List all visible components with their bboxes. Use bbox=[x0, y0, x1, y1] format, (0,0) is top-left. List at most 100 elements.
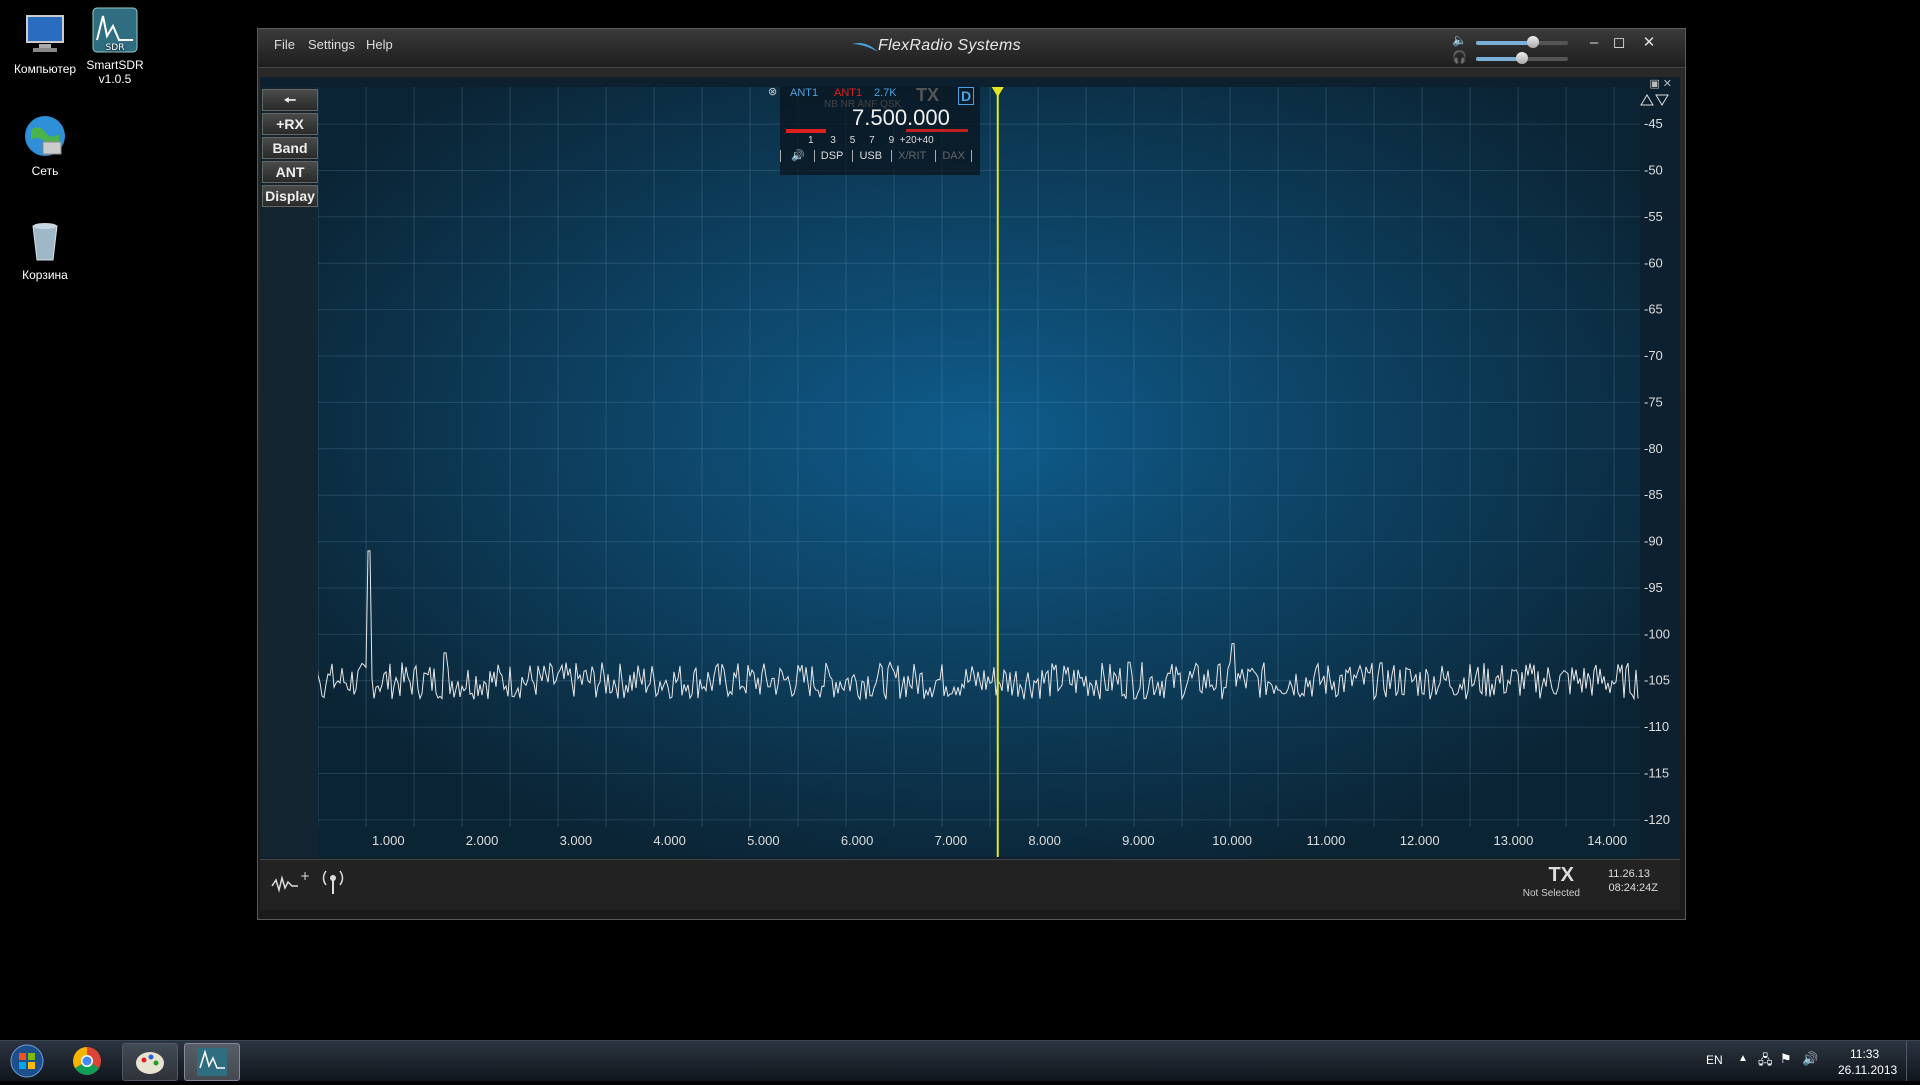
volume-slider[interactable] bbox=[1476, 36, 1568, 48]
tx-antenna[interactable]: ANT1 bbox=[834, 87, 862, 99]
footer-utc-time: 08:24:24Z bbox=[1608, 882, 1658, 894]
app-brand: FlexRadio Systems bbox=[852, 37, 1021, 55]
headphone-knob[interactable] bbox=[1516, 52, 1528, 64]
s-meter-red-zone bbox=[906, 129, 968, 132]
desktop-icon-label: Корзина bbox=[22, 268, 68, 282]
spectrum-background bbox=[318, 87, 1640, 857]
svg-text:SDR: SDR bbox=[106, 43, 125, 53]
rx-antenna[interactable]: ANT1 bbox=[790, 87, 818, 99]
add-panadapter-icon[interactable]: + bbox=[270, 870, 310, 896]
flexradio-logo-icon bbox=[852, 43, 878, 52]
frequency-scale-label: 14.000 bbox=[1587, 833, 1627, 848]
tray-clock-time[interactable]: 11:33 bbox=[1850, 1047, 1879, 1061]
db-scale-label: -65 bbox=[1644, 302, 1663, 317]
maximize-button[interactable]: ◻ bbox=[1608, 33, 1630, 53]
taskbar: EN ▲ 🖧 ⚑ 🔊 11:33 26.11.2013 bbox=[0, 1040, 1920, 1081]
brand-text: FlexRadio Systems bbox=[878, 37, 1021, 54]
slice-letter: D bbox=[958, 87, 975, 105]
close-button[interactable]: ✕ bbox=[1638, 33, 1660, 53]
frequency-scale-label: 11.000 bbox=[1307, 833, 1346, 848]
menu-settings[interactable]: Settings bbox=[308, 37, 355, 52]
mute-speaker-icon[interactable]: 🔊 bbox=[780, 150, 811, 162]
s-meter-bar bbox=[786, 129, 826, 133]
frequency-scale-label: 4.000 bbox=[653, 833, 686, 848]
slice-flag[interactable]: ⊗ ANT1 ANT1 2.7K TX D NB NR ANF QSK 7.50… bbox=[768, 85, 980, 175]
db-scale-label: -75 bbox=[1644, 394, 1663, 409]
menu-help[interactable]: Help bbox=[366, 37, 393, 52]
db-scale-label: -45 bbox=[1644, 116, 1663, 131]
desktop-icon-label: SmartSDR bbox=[86, 58, 144, 72]
headphone-slider[interactable] bbox=[1476, 52, 1568, 64]
db-scale-label: -100 bbox=[1644, 626, 1670, 641]
s-meter-scale: 1 3 5 7 9 +20+40 bbox=[808, 135, 934, 146]
speaker-icon: 🔈 bbox=[1452, 33, 1467, 47]
footer-tx-label[interactable]: TX bbox=[1548, 864, 1574, 887]
desktop-icon-smartsdr[interactable]: SDR SmartSDR v1.0.5 bbox=[70, 6, 160, 86]
tray-clock-date[interactable]: 26.11.2013 bbox=[1838, 1063, 1897, 1077]
footer-tx-status: Not Selected bbox=[1522, 888, 1580, 899]
tray-network-icon[interactable]: 🖧 bbox=[1758, 1051, 1773, 1073]
desktop-icon-version: v1.0.5 bbox=[98, 72, 132, 86]
db-scale-label: -115 bbox=[1644, 766, 1669, 781]
minimize-button[interactable]: – bbox=[1583, 33, 1605, 53]
xrit-button[interactable]: X/RIT bbox=[891, 150, 933, 162]
dsp-button[interactable]: DSP bbox=[813, 150, 850, 162]
db-scale-label: -110 bbox=[1644, 719, 1669, 734]
slice-close-icon[interactable]: ⊗ bbox=[768, 85, 777, 98]
tray-language[interactable]: EN bbox=[1706, 1053, 1723, 1067]
volume-knob[interactable] bbox=[1527, 36, 1540, 48]
headphones-icon: 🎧 bbox=[1452, 50, 1467, 64]
menu-file[interactable]: File bbox=[274, 37, 295, 52]
desktop-icon-recycle-bin[interactable]: Корзина bbox=[0, 216, 90, 282]
spectrum-display[interactable]: -45 -50 -55 -60 -65 -70 -75 -80 -85 -90 -95 -100 -10… bbox=[260, 87, 1680, 857]
recycle-bin-icon bbox=[21, 216, 69, 264]
desktop-icon-network[interactable]: Сеть bbox=[0, 112, 90, 178]
db-scale-label: -60 bbox=[1644, 255, 1663, 270]
status-footer: + TX Not Selected 11.26.13 08:24:24Z bbox=[260, 859, 1680, 910]
svg-text:+: + bbox=[300, 870, 310, 883]
ant-button[interactable]: ANT bbox=[262, 161, 318, 183]
db-scale-label: -50 bbox=[1644, 162, 1663, 177]
start-button[interactable] bbox=[6, 1043, 48, 1079]
db-scale: -45 -50 -55 -60 -65 -70 -75 -80 -85 -90 -95 -100 -10… bbox=[1644, 116, 1670, 827]
frequency-scale-label: 2.000 bbox=[466, 833, 499, 848]
panadapter[interactable]: ▣ ✕ -45 -50 -55 -60 -65 -70 -75 -80 -85 -90 -95 -10… bbox=[260, 77, 1680, 909]
db-scale-label: -85 bbox=[1644, 487, 1663, 502]
slice-tx-label[interactable]: TX bbox=[916, 85, 939, 106]
add-rx-button[interactable]: +RX bbox=[262, 113, 318, 135]
db-scale-label: -90 bbox=[1644, 534, 1663, 549]
taskbar-paint[interactable] bbox=[122, 1043, 178, 1081]
side-panel: 🠔 +RX Band ANT Display bbox=[260, 87, 318, 857]
frequency-scale-label: 5.000 bbox=[747, 833, 780, 848]
frequency-scale-label: 3.000 bbox=[560, 833, 593, 848]
db-scale-label: -105 bbox=[1644, 673, 1670, 688]
computer-icon bbox=[21, 10, 69, 58]
title-bar[interactable]: File Settings Help FlexRadio Systems 🔈 🎧… bbox=[258, 29, 1685, 68]
frequency-scale-label: 12.000 bbox=[1400, 833, 1440, 848]
taskbar-chrome[interactable] bbox=[60, 1043, 114, 1079]
taskbar-smartsdr[interactable] bbox=[184, 1043, 240, 1081]
scale-down-icon[interactable] bbox=[1655, 94, 1669, 106]
footer-date: 11.26.13 bbox=[1607, 868, 1650, 880]
desktop-icon-label: Компьютер bbox=[13, 62, 77, 76]
tray-volume-icon[interactable]: 🔊 bbox=[1802, 1051, 1818, 1067]
display-button[interactable]: Display bbox=[262, 185, 318, 207]
mode-button[interactable]: USB bbox=[852, 150, 889, 162]
band-button[interactable]: Band bbox=[262, 137, 318, 159]
tray-show-hidden-icon[interactable]: ▲ bbox=[1738, 1053, 1748, 1064]
slice-button-row: 🔊 DSP USB X/RIT DAX bbox=[780, 149, 972, 162]
filter-width[interactable]: 2.7K bbox=[874, 87, 897, 99]
radio-antenna-icon[interactable] bbox=[318, 866, 348, 896]
scale-up-icon[interactable] bbox=[1640, 94, 1654, 106]
db-scale-arrows[interactable] bbox=[1640, 94, 1669, 106]
db-scale-label: -70 bbox=[1644, 348, 1663, 363]
collapse-arrow-button[interactable]: 🠔 bbox=[262, 89, 318, 111]
frequency-scale-label: 8.000 bbox=[1028, 833, 1061, 848]
frequency-scale-label: 13.000 bbox=[1494, 833, 1534, 848]
tray-flag-icon[interactable]: ⚑ bbox=[1780, 1051, 1792, 1067]
frequency-scale-label: 7.000 bbox=[935, 833, 968, 848]
dax-button[interactable]: DAX bbox=[935, 150, 972, 162]
smartsdr-icon bbox=[197, 1048, 227, 1076]
show-desktop-button[interactable] bbox=[1906, 1041, 1920, 1081]
slice-frequency[interactable]: 7.500.000 bbox=[852, 105, 950, 131]
